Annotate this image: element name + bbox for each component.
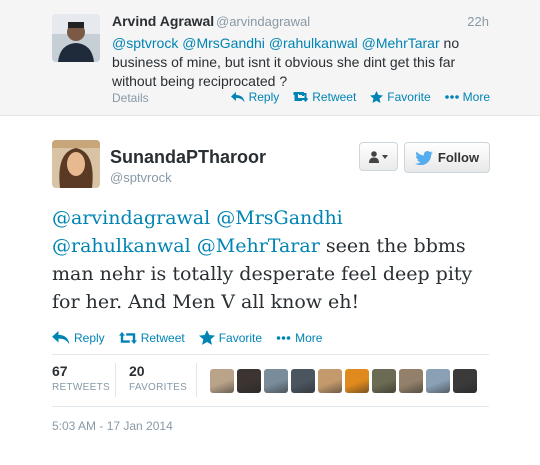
favoriter-avatar[interactable] (291, 369, 315, 393)
divider (52, 406, 489, 407)
favorites-label: FAVORITES (129, 382, 188, 393)
mention-link[interactable]: @MrsGandhi (216, 207, 343, 229)
favorite-label: Favorite (218, 330, 263, 345)
favorites-stat[interactable]: 20 FAVORITES (129, 363, 187, 393)
favoriter-avatar[interactable] (399, 369, 423, 393)
tweet-text: @arvindagrawal @MrsGandhi @rahulkanwal @… (52, 204, 502, 316)
sunanda-avatar[interactable] (52, 140, 100, 188)
reply-tweet-text: @sptvrock @MrsGandhi @rahulkanwal @MehrT… (112, 34, 462, 91)
follow-button[interactable]: Follow (404, 142, 490, 173)
reply-button[interactable]: Reply (230, 90, 280, 104)
user-actions-dropdown[interactable] (359, 142, 398, 171)
favoriter-avatar[interactable] (426, 369, 450, 393)
favorite-label: Favorite (387, 90, 431, 104)
retweet-icon (118, 331, 137, 344)
reply-button[interactable]: Reply (52, 330, 105, 345)
author-handle[interactable]: @sptvrock (110, 170, 172, 185)
favoriter-avatar[interactable] (453, 369, 477, 393)
divider (52, 354, 489, 355)
tweet-text-segment: man nehr is totally desperate feel deep … (52, 263, 473, 285)
favoriter-avatar[interactable] (210, 369, 234, 393)
favorite-button[interactable]: Favorite (198, 330, 263, 345)
stat-divider (115, 363, 116, 397)
retweets-stat[interactable]: 67 RETWEETS (52, 363, 110, 393)
favorite-button[interactable]: Favorite (370, 90, 431, 104)
star-icon (198, 330, 215, 345)
retweets-count: 67 (52, 363, 68, 379)
favorites-count: 20 (129, 363, 145, 379)
tweet-actions: Reply Retweet Favorite More (38, 330, 322, 345)
favoriter-avatar[interactable] (372, 369, 396, 393)
stat-divider (196, 363, 197, 397)
reply-icon (230, 91, 245, 102)
mention-link[interactable]: @arvindagrawal (52, 207, 210, 229)
star-icon (370, 91, 384, 103)
follow-label: Follow (437, 150, 480, 165)
more-label: More (295, 330, 323, 345)
tweet-text-segment: for her. And Men V all know eh! (52, 291, 360, 313)
details-link[interactable]: Details (112, 91, 149, 105)
tweet-timestamp[interactable]: 5:03 AM - 17 Jan 2014 (52, 419, 173, 433)
mention-link[interactable]: @MrsGandhi (182, 35, 265, 51)
favoriter-avatar[interactable] (237, 369, 261, 393)
more-button[interactable]: More (276, 331, 322, 345)
reply-author-name[interactable]: Arvind Agrawal (112, 13, 214, 29)
twitter-bird-icon (415, 150, 433, 165)
reply-author-handle[interactable]: @arvindagrawal (216, 14, 310, 29)
author-name[interactable]: SunandaPTharoor (110, 147, 266, 168)
more-label: More (462, 90, 490, 104)
favoriter-avatar[interactable] (264, 369, 288, 393)
retweet-label: Retweet (312, 90, 357, 104)
reply-tweet: Arvind Agrawal @arvindagrawal 22h @sptvr… (0, 0, 540, 116)
mention-link[interactable]: @rahulkanwal (52, 235, 191, 257)
mention-link[interactable]: @MehrTarar (197, 235, 320, 257)
reply-tweet-actions: Reply Retweet Favorite More (217, 90, 490, 104)
favoriter-avatar[interactable] (318, 369, 342, 393)
retweet-icon (293, 92, 309, 102)
reply-icon (52, 330, 70, 344)
arvind-avatar[interactable] (52, 14, 100, 62)
tweet-text-segment: seen the bbms (325, 235, 466, 257)
retweet-button[interactable]: Retweet (293, 90, 356, 104)
reply-timestamp[interactable]: 22h (467, 14, 489, 29)
reply-text-segment: no (443, 35, 460, 51)
more-dots-icon (276, 335, 291, 340)
retweet-button[interactable]: Retweet (118, 330, 185, 345)
favoriter-avatars (210, 369, 480, 393)
user-dropdown-icon (368, 150, 388, 163)
mention-link[interactable]: @MehrTarar (362, 35, 440, 51)
reply-text-segment: without being reciprocated ? (112, 73, 288, 89)
reply-label: Reply (74, 330, 105, 345)
reply-label: Reply (248, 90, 280, 104)
more-dots-icon (444, 95, 459, 99)
retweet-label: Retweet (140, 330, 185, 345)
more-button[interactable]: More (444, 90, 490, 104)
mention-link[interactable]: @sptvrock (112, 35, 178, 51)
mention-link[interactable]: @rahulkanwal (269, 35, 358, 51)
favoriter-avatar[interactable] (345, 369, 369, 393)
reply-text-segment: business of mine, but isnt it obvious sh… (112, 54, 456, 70)
retweets-label: RETWEETS (52, 382, 110, 393)
